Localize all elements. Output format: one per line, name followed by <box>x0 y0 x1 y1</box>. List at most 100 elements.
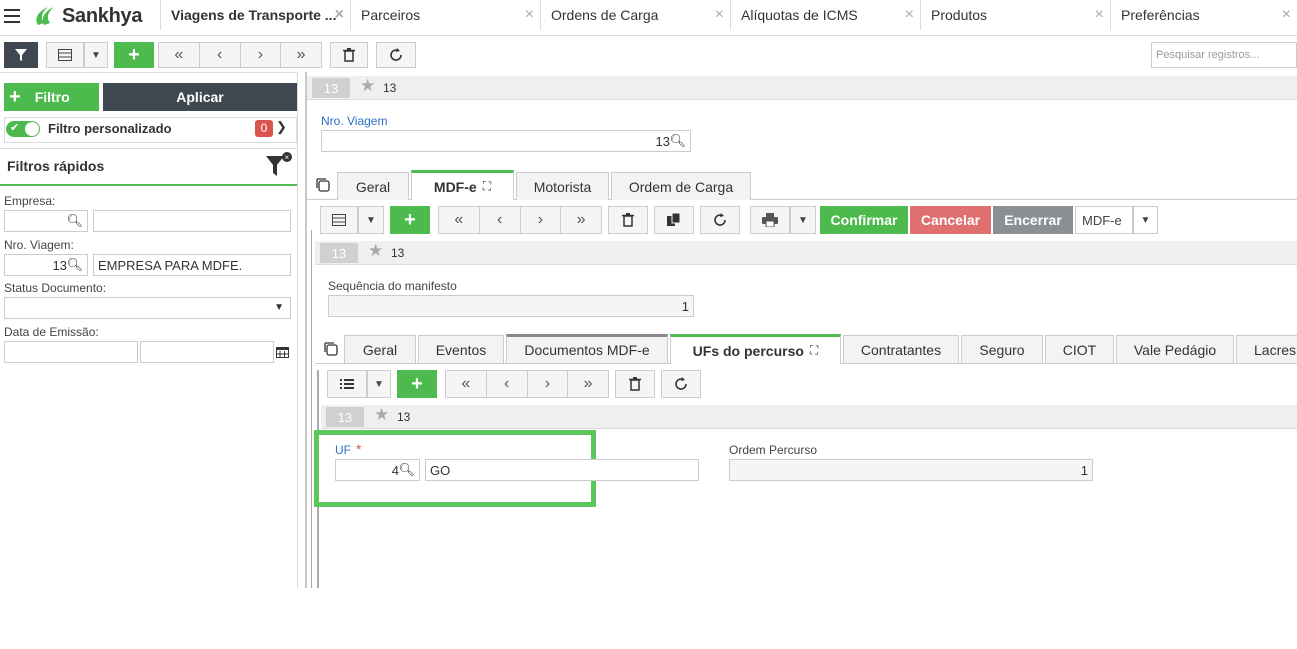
duplicate-button[interactable] <box>654 206 694 234</box>
splitter-handle[interactable] <box>305 72 307 588</box>
add-filter-button[interactable]: + Filtro <box>4 83 99 111</box>
print-dropdown-button[interactable]: ▼ <box>790 206 816 234</box>
copy-icon[interactable] <box>315 177 331 193</box>
grid-view-button[interactable] <box>46 42 84 68</box>
next-record-icon[interactable]: › <box>528 371 569 397</box>
list-dropdown-button[interactable]: ▼ <box>367 370 391 398</box>
uf-name-input[interactable]: GO <box>425 459 699 481</box>
previous-record-icon[interactable]: ‹ <box>480 207 521 233</box>
last-record-icon[interactable]: » <box>561 207 601 233</box>
status-documento-select[interactable]: ▼ <box>4 297 291 319</box>
first-record-icon[interactable]: « <box>446 371 487 397</box>
first-record-icon[interactable]: « <box>159 43 200 67</box>
previous-record-icon[interactable]: ‹ <box>487 371 528 397</box>
grid-view-button[interactable] <box>320 206 358 234</box>
svg-text:×: × <box>285 153 290 162</box>
calendar-icon[interactable] <box>276 346 289 358</box>
data-emissao-end-input[interactable] <box>140 341 274 363</box>
tab-ordem-de-carga[interactable]: Ordem de Carga <box>611 172 751 200</box>
tab-viagens[interactable]: Viagens de Transporte ... × <box>160 0 350 30</box>
tab-ciot[interactable]: CIOT <box>1045 335 1114 363</box>
status-documento-label: Status Documento: <box>4 281 107 295</box>
empresa-code-input[interactable]: 🔍︎ <box>4 210 88 232</box>
tab-mdfe[interactable]: MDF-e ⛶ <box>411 170 514 200</box>
star-icon[interactable]: ★ <box>360 76 375 96</box>
cancel-button[interactable]: Cancelar <box>910 206 991 234</box>
expand-icon[interactable]: ⛶ <box>810 343 818 358</box>
close-icon[interactable]: × <box>1095 6 1104 24</box>
star-icon[interactable]: ★ <box>368 241 383 261</box>
close-icon[interactable]: × <box>335 6 344 24</box>
data-emissao-start-input[interactable] <box>4 341 138 363</box>
filter-toggle-button[interactable] <box>4 42 38 68</box>
mdfe-menu-button[interactable]: MDF-e <box>1075 206 1133 234</box>
tab-ordens-de-carga[interactable]: Ordens de Carga × <box>540 0 730 30</box>
refresh-button[interactable] <box>661 370 701 398</box>
last-record-icon[interactable]: » <box>281 43 321 67</box>
tab-geral-2[interactable]: Geral <box>344 335 416 363</box>
tab-vale-pedagio[interactable]: Vale Pedágio <box>1116 335 1234 363</box>
tab-geral[interactable]: Geral <box>337 172 409 200</box>
nro-viagem-field[interactable]: 13 🔍︎ <box>321 130 691 152</box>
tab-label: Alíquotas de ICMS <box>741 7 858 23</box>
close-icon[interactable]: × <box>715 6 724 24</box>
logo: Sankhya <box>32 4 142 28</box>
refresh-button[interactable] <box>376 42 416 68</box>
first-record-icon[interactable]: « <box>439 207 480 233</box>
add-button[interactable]: + <box>114 42 154 68</box>
tab-documentos-mdfe[interactable]: Documentos MDF-e <box>506 334 668 363</box>
search-icon[interactable]: 🔍︎ <box>66 257 83 273</box>
close-manifest-button[interactable]: Encerrar <box>993 206 1073 234</box>
clear-filter-icon[interactable]: × <box>264 152 294 178</box>
grid-dropdown-button[interactable]: ▼ <box>358 206 384 234</box>
add-button[interactable]: + <box>397 370 437 398</box>
expand-icon[interactable]: ⛶ <box>483 179 491 194</box>
empresa-desc-input[interactable] <box>93 210 291 232</box>
search-icon[interactable]: 🔍︎ <box>66 213 83 229</box>
next-record-icon[interactable]: › <box>241 43 282 67</box>
nro-viagem-input[interactable]: 13 🔍︎ <box>4 254 88 276</box>
caret-down-icon: ▼ <box>374 378 384 390</box>
list-view-button[interactable] <box>327 370 367 398</box>
add-button[interactable]: + <box>390 206 430 234</box>
last-record-icon[interactable]: » <box>568 371 608 397</box>
close-icon[interactable]: × <box>1282 6 1291 24</box>
menu-icon[interactable] <box>4 9 20 23</box>
tab-parceiros[interactable]: Parceiros × <box>350 0 540 30</box>
tab-preferencias[interactable]: Preferências × <box>1110 0 1297 30</box>
previous-record-icon[interactable]: ‹ <box>200 43 241 67</box>
tab-seguro[interactable]: Seguro <box>961 335 1043 363</box>
search-icon[interactable]: 🔍︎ <box>669 133 686 149</box>
delete-button[interactable] <box>330 42 368 68</box>
apply-button[interactable]: Aplicar <box>103 83 297 111</box>
uf-code-input[interactable]: 4 🔍︎ <box>335 459 420 481</box>
tab-motorista[interactable]: Motorista <box>516 172 609 200</box>
tab-lacres[interactable]: Lacres <box>1236 335 1297 363</box>
delete-button[interactable] <box>608 206 648 234</box>
copy-icon[interactable] <box>323 341 339 357</box>
mdfe-dropdown-button[interactable]: ▼ <box>1133 206 1158 234</box>
printer-icon <box>762 213 778 227</box>
search-records-input[interactable]: Pesquisar registros... <box>1151 42 1297 68</box>
record-number: 13 <box>391 246 405 260</box>
refresh-button[interactable] <box>700 206 740 234</box>
grid-dropdown-button[interactable]: ▼ <box>84 42 108 68</box>
delete-button[interactable] <box>615 370 655 398</box>
tab-eventos[interactable]: Eventos <box>418 335 504 363</box>
chevron-down-icon[interactable]: ❯ <box>276 119 287 135</box>
nro-viagem-desc-input[interactable]: EMPRESA PARA MDFE. <box>93 254 291 276</box>
tab-contratantes[interactable]: Contratantes <box>843 335 959 363</box>
close-icon[interactable]: × <box>525 6 534 24</box>
confirm-button[interactable]: Confirmar <box>820 206 908 234</box>
tab-produtos[interactable]: Produtos × <box>920 0 1110 30</box>
next-record-icon[interactable]: › <box>521 207 562 233</box>
custom-filter-toggle[interactable]: ✔ <box>6 121 40 137</box>
search-icon[interactable]: 🔍︎ <box>398 462 415 478</box>
tab-ufs-do-percurso[interactable]: UFs do percurso ⛶ <box>670 334 841 364</box>
print-button[interactable] <box>750 206 790 234</box>
tab-label: Parceiros <box>361 7 421 23</box>
nro-viagem-label: Nro. Viagem: <box>4 238 74 252</box>
tab-aliquotas[interactable]: Alíquotas de ICMS × <box>730 0 920 30</box>
close-icon[interactable]: × <box>905 6 914 24</box>
star-icon[interactable]: ★ <box>374 405 389 425</box>
